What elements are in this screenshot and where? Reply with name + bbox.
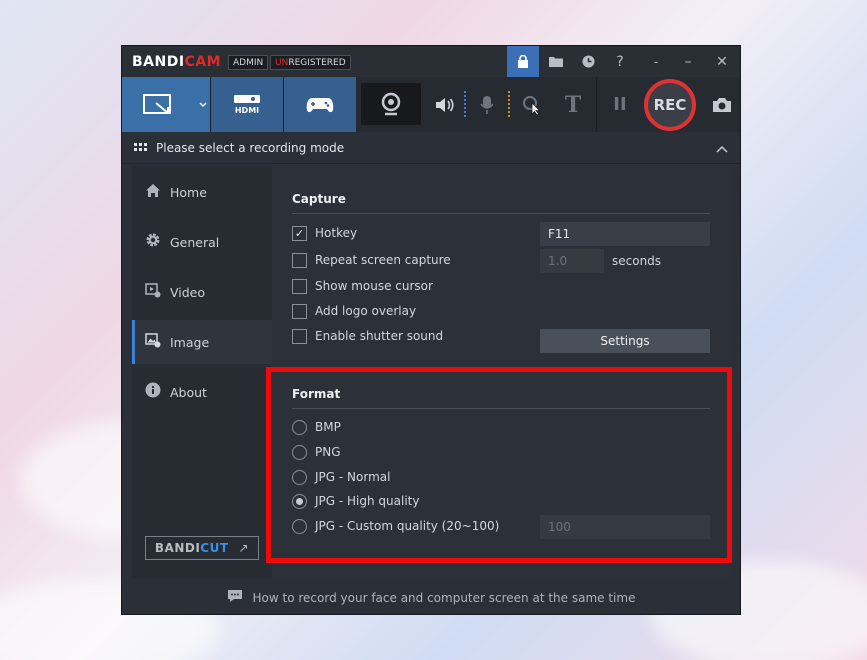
gear-icon [144, 232, 162, 252]
close-button[interactable]: ✕ [706, 46, 738, 77]
hotkey-checkbox-row[interactable]: ✓ Hotkey [292, 224, 357, 242]
image-settings-icon [144, 332, 162, 352]
game-mode-button[interactable] [284, 77, 356, 132]
external-link-icon: ↗ [238, 541, 250, 555]
chevron-down-icon [199, 101, 207, 107]
bandicut-button[interactable]: BANDI CUT ↗ [145, 536, 259, 560]
record-button[interactable]: REC [644, 79, 696, 131]
folder-icon[interactable] [540, 46, 572, 77]
clock-icon[interactable] [572, 46, 604, 77]
show-cursor-label: Show mouse cursor [315, 279, 433, 293]
recording-mode-bar[interactable]: Please select a recording mode [122, 132, 740, 164]
hdmi-device-icon [234, 95, 260, 103]
screen-mode-dropdown[interactable] [196, 77, 210, 132]
speaker-level-meter [464, 91, 466, 117]
toolbar-divider [596, 77, 597, 132]
mini-mode-button[interactable]: - [640, 46, 672, 77]
video-settings-icon [144, 282, 162, 302]
sidebar: Home General Video Image About BANDI CUT… [132, 166, 272, 578]
microphone-level-meter [508, 91, 510, 117]
sidebar-item-label: Home [170, 184, 207, 200]
capture-divider [292, 213, 710, 214]
repeat-interval-input[interactable]: 1.0 [540, 249, 604, 273]
cursor-effect-button[interactable] [514, 77, 550, 132]
show-cursor-checkbox-row[interactable]: Show mouse cursor [292, 277, 433, 295]
title-bar: BANDICAM ADMIN UNREGISTERED ? - – ✕ [122, 46, 740, 77]
grid-icon [134, 143, 147, 153]
screen-region-icon [143, 93, 171, 114]
hdmi-label: HDMI [234, 106, 260, 115]
screen-mode-button[interactable] [122, 77, 196, 132]
text-overlay-button[interactable]: T [555, 77, 591, 132]
info-icon [144, 382, 162, 402]
repeat-capture-checkbox-row[interactable]: Repeat screen capture [292, 251, 451, 269]
unregistered-badge[interactable]: UNREGISTERED [270, 55, 351, 70]
recording-mode-label: Please select a recording mode [156, 141, 345, 155]
sidebar-item-video[interactable]: Video [132, 270, 272, 314]
sidebar-item-about[interactable]: About [132, 370, 272, 414]
gamepad-icon [306, 97, 334, 112]
footer-tip-text: How to record your face and computer scr… [252, 591, 636, 605]
shutter-sound-checkbox-row[interactable]: Enable shutter sound [292, 327, 443, 345]
logo-overlay-checkbox-row[interactable]: Add logo overlay [292, 302, 416, 320]
sidebar-item-general[interactable]: General [132, 220, 272, 264]
capture-section-title: Capture [292, 192, 346, 206]
seconds-label: seconds [612, 254, 662, 268]
chevron-up-icon[interactable] [716, 142, 728, 156]
speaker-button[interactable] [427, 77, 463, 132]
logo-overlay-checkbox[interactable] [292, 303, 307, 319]
help-button[interactable]: ? [604, 46, 636, 77]
sidebar-item-label: Image [170, 334, 210, 350]
lock-icon[interactable] [507, 46, 539, 77]
shutter-sound-label: Enable shutter sound [315, 329, 444, 343]
pause-button[interactable]: II [602, 77, 638, 132]
mouse-cursor-icon [523, 95, 541, 115]
admin-badge: ADMIN [228, 55, 269, 70]
microphone-button[interactable] [469, 77, 505, 132]
sidebar-item-home[interactable]: Home [132, 170, 272, 214]
repeat-capture-label: Repeat screen capture [315, 253, 451, 267]
sidebar-item-label: General [170, 234, 220, 250]
settings-button[interactable]: Settings [540, 329, 710, 353]
hotkey-label: Hotkey [315, 226, 358, 240]
hotkey-input[interactable]: F11 [540, 222, 710, 246]
home-icon [144, 183, 162, 202]
microphone-icon [480, 95, 494, 114]
shutter-sound-checkbox[interactable] [292, 328, 307, 344]
camera-icon [713, 97, 731, 112]
screenshot-button[interactable] [704, 77, 740, 132]
recording-toolbar: HDMI T II REC [122, 77, 740, 132]
speaker-icon [436, 97, 454, 112]
hdmi-mode-button[interactable]: HDMI [211, 77, 283, 132]
chat-bubble-icon [227, 589, 243, 607]
sidebar-item-label: About [170, 384, 207, 400]
logo-overlay-label: Add logo overlay [315, 304, 417, 318]
app-logo: BANDICAM [132, 54, 222, 70]
webcam-icon [381, 92, 401, 116]
sidebar-item-image[interactable]: Image [132, 320, 272, 364]
sidebar-item-label: Video [170, 284, 206, 300]
format-highlight-box [266, 367, 732, 563]
hotkey-checkbox[interactable]: ✓ [292, 225, 307, 241]
footer-tip[interactable]: How to record your face and computer scr… [122, 581, 740, 615]
webcam-overlay-button[interactable] [361, 83, 421, 125]
show-cursor-checkbox[interactable] [292, 278, 307, 294]
repeat-capture-checkbox[interactable] [292, 252, 307, 268]
minimize-button[interactable]: – [672, 46, 704, 77]
